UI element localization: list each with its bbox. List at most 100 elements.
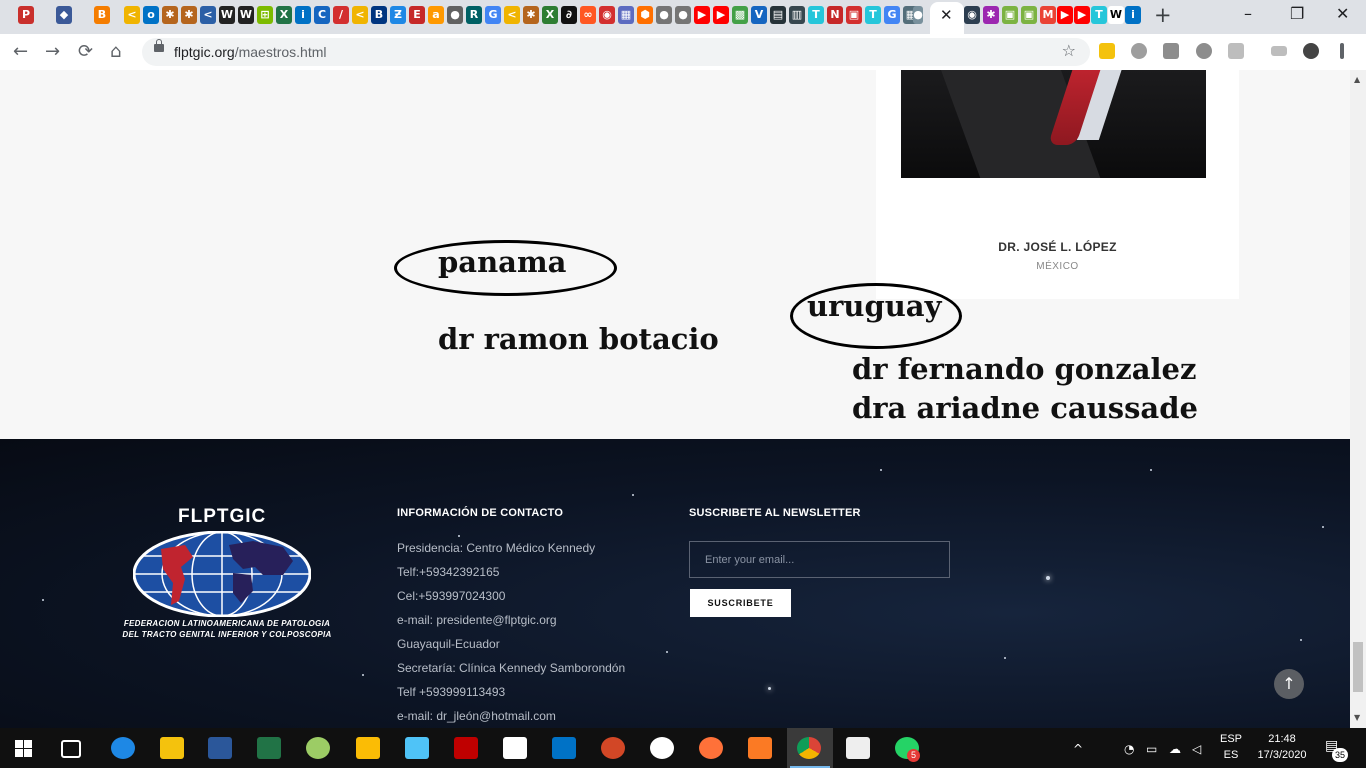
contact-email-link[interactable]: e-mail: presidente@flptgic.org — [397, 613, 557, 627]
tab-favicon[interactable]: ▣ — [846, 6, 862, 24]
tab-favicon[interactable]: X — [542, 6, 558, 24]
notebook-icon[interactable] — [405, 737, 429, 759]
restore-button[interactable]: ❐ — [1290, 4, 1304, 23]
firefox-icon[interactable] — [699, 737, 723, 759]
tab-favicon[interactable]: X — [276, 6, 292, 24]
show-hidden-icons[interactable]: ^ — [1073, 742, 1083, 756]
tab-favicon[interactable]: G — [884, 6, 900, 24]
tab-favicon[interactable]: ● — [447, 6, 463, 24]
task-view-icon[interactable] — [61, 740, 81, 758]
subscribe-button[interactable]: SUSCRIBETE — [690, 589, 791, 617]
page-scrollbar[interactable]: ▲ ▼ — [1350, 70, 1366, 728]
tab-favicon[interactable]: ⊞ — [257, 6, 273, 24]
lock-icon[interactable] — [154, 39, 164, 52]
tab-favicon[interactable]: W — [238, 6, 254, 24]
tab-favicon[interactable]: < — [200, 6, 216, 24]
tab-favicon[interactable]: ✱ — [523, 6, 539, 24]
back-to-top-button[interactable]: ↑ — [1274, 669, 1304, 699]
tab-favicon[interactable]: ▶ — [1057, 6, 1073, 24]
tab-favicon[interactable]: i — [295, 6, 311, 24]
tab-favicon[interactable]: o — [143, 6, 159, 24]
tab-favicon[interactable]: ● — [656, 6, 672, 24]
language-indicator[interactable]: ESP ES — [1216, 733, 1246, 761]
tab-favicon[interactable]: ▥ — [789, 6, 805, 24]
tab-favicon[interactable]: N — [827, 6, 843, 24]
tab-favicon[interactable]: ∂ — [561, 6, 577, 24]
tab-favicon[interactable]: M — [1040, 6, 1056, 24]
battery-icon[interactable]: ▭ — [1146, 742, 1157, 756]
tab-favicon[interactable]: a — [428, 6, 444, 24]
tab-favicon[interactable]: ▶ — [713, 6, 729, 24]
volume-icon[interactable]: ◁ — [1192, 742, 1201, 756]
tab-favicon[interactable]: T — [1091, 6, 1107, 24]
reload-button[interactable]: ⟳ — [78, 41, 93, 62]
tab-favicon[interactable]: ✱ — [162, 6, 178, 24]
skype-extension-icon[interactable] — [1131, 43, 1147, 59]
scroll-down-arrow-icon[interactable]: ▼ — [1354, 713, 1360, 722]
tab-favicon[interactable]: ▣ — [1021, 6, 1037, 24]
tab-favicon[interactable]: ◆ — [56, 6, 72, 24]
forward-button[interactable]: → — [45, 41, 60, 62]
cloud-icon[interactable]: ☁ — [1169, 742, 1181, 756]
tab-favicon[interactable]: < — [504, 6, 520, 24]
tab-favicon[interactable]: ◉ — [964, 6, 980, 24]
chrome-icon[interactable] — [797, 737, 821, 759]
filezilla-icon[interactable] — [454, 737, 478, 759]
tab-favicon[interactable]: / — [333, 6, 349, 24]
edge-browser-icon[interactable] — [111, 737, 135, 759]
tab-favicon[interactable]: ∞ — [580, 6, 596, 24]
back-button[interactable]: ← — [13, 41, 28, 62]
search-app-icon[interactable] — [650, 737, 674, 759]
tab-favicon[interactable]: P — [18, 6, 34, 24]
excel-icon[interactable] — [257, 737, 281, 759]
translate-extension-icon[interactable] — [1228, 43, 1244, 59]
folder-extension-icon[interactable] — [1099, 43, 1115, 59]
tab-favicon[interactable]: ▣ — [1002, 6, 1018, 24]
word-icon[interactable] — [208, 737, 232, 759]
tab-favicon[interactable]: B — [371, 6, 387, 24]
file-explorer-icon[interactable] — [160, 737, 184, 759]
contact-email-link[interactable]: e-mail: dr_jleón@hotmail.com — [397, 709, 556, 723]
outlook-icon[interactable] — [552, 737, 576, 759]
tab-favicon[interactable]: < — [124, 6, 140, 24]
menu-dots-icon[interactable] — [1340, 43, 1344, 59]
tab-favicon[interactable]: B — [94, 6, 110, 24]
help-extension-icon[interactable] — [1163, 43, 1179, 59]
tab-favicon[interactable]: E — [409, 6, 425, 24]
tab-favicon[interactable]: ▦ — [618, 6, 634, 24]
address-bar[interactable]: flptgic.org/maestros.html ☆ — [142, 38, 1090, 66]
tab-favicon[interactable]: i — [1125, 6, 1141, 24]
circle-extension-icon[interactable] — [1196, 43, 1212, 59]
store-icon[interactable] — [356, 737, 380, 759]
tab-favicon[interactable]: ▶ — [1074, 6, 1090, 24]
tab-favicon[interactable]: W — [219, 6, 235, 24]
bookmark-star-icon[interactable]: ☆ — [1062, 41, 1076, 60]
tab-favicon[interactable]: T — [808, 6, 824, 24]
tab-favicon[interactable]: V — [751, 6, 767, 24]
minimize-button[interactable]: – — [1244, 4, 1252, 23]
tab-favicon[interactable]: R — [466, 6, 482, 24]
new-tab-button[interactable]: + — [1154, 3, 1172, 27]
tab-favicon[interactable]: ✱ — [983, 6, 999, 24]
tab-favicon[interactable]: Ƶ — [390, 6, 406, 24]
tab-favicon[interactable]: ◉ — [599, 6, 615, 24]
calculator-icon[interactable] — [503, 737, 527, 759]
close-window-button[interactable]: ✕ — [1336, 4, 1349, 23]
start-windows-icon[interactable] — [15, 740, 32, 757]
newsletter-email-input[interactable] — [689, 541, 950, 578]
powerpoint-icon[interactable] — [601, 737, 625, 759]
clock[interactable]: 21:48 17/3/2020 — [1250, 733, 1314, 761]
paint-icon[interactable] — [306, 737, 330, 759]
tab-favicon[interactable]: ▩ — [732, 6, 748, 24]
tab-favicon[interactable]: ● — [913, 6, 923, 24]
tab-favicon[interactable]: W — [1108, 6, 1124, 24]
tab-favicon[interactable]: < — [352, 6, 368, 24]
tab-favicon[interactable]: ✱ — [181, 6, 197, 24]
reading-list-icon[interactable] — [1271, 46, 1287, 56]
tab-favicon[interactable]: ⬢ — [637, 6, 653, 24]
xampp-icon[interactable] — [748, 737, 772, 759]
tab-favicon[interactable]: T — [865, 6, 881, 24]
tab-close-icon[interactable]: ✕ — [940, 6, 953, 24]
home-button[interactable]: ⌂ — [110, 41, 121, 62]
profile-avatar[interactable] — [1303, 43, 1319, 59]
